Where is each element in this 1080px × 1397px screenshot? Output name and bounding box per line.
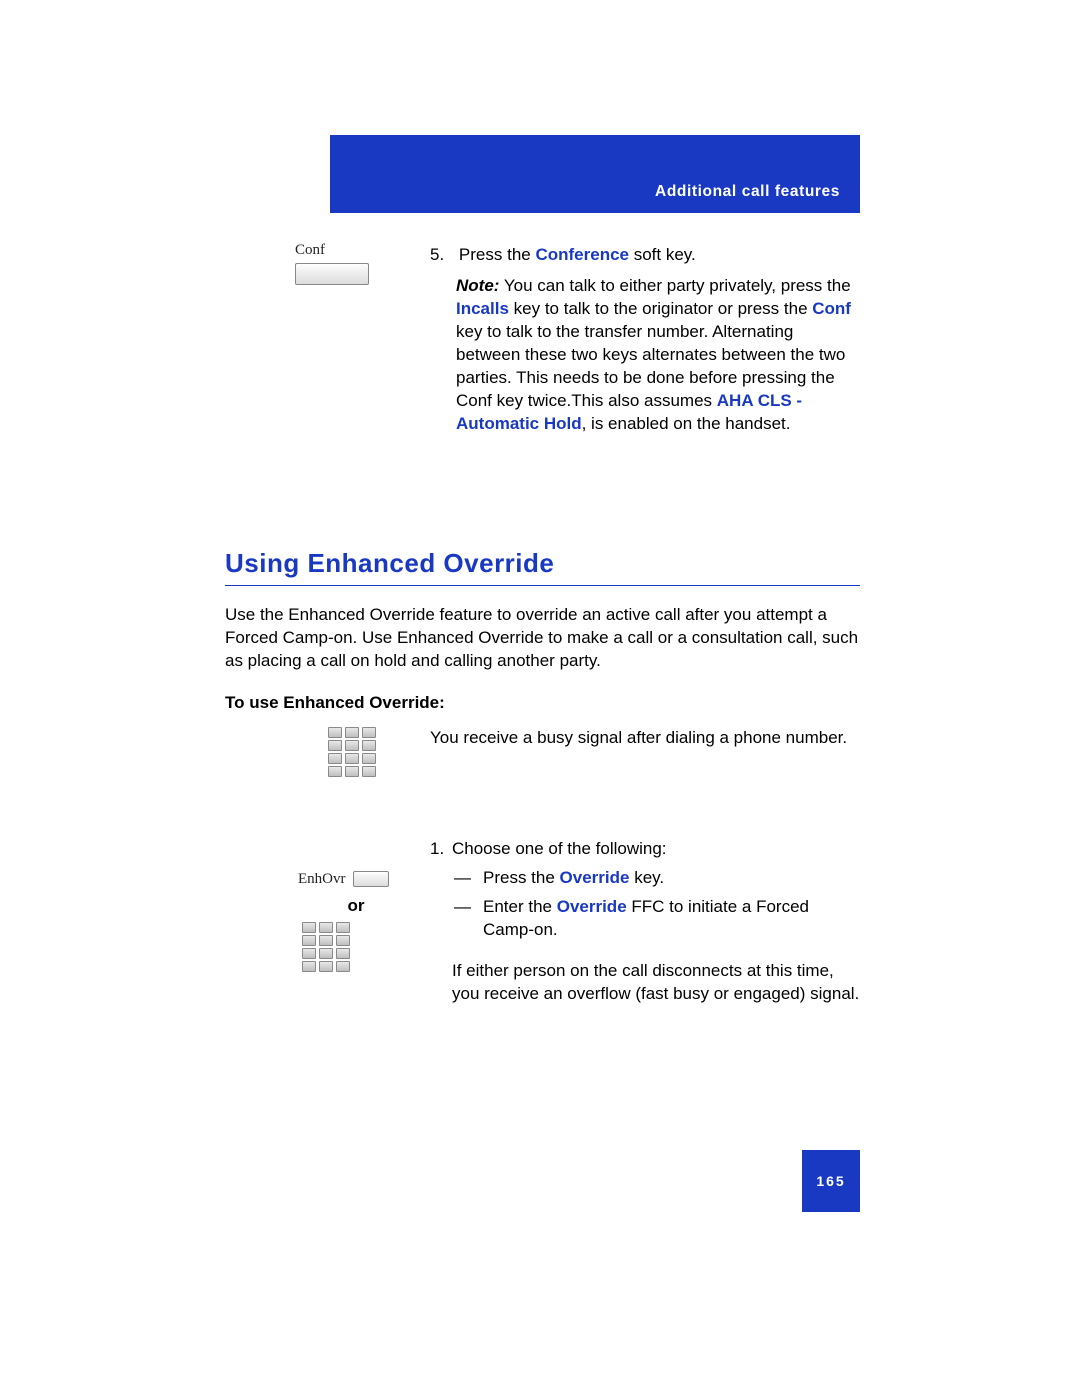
softkey-conf-button (295, 263, 369, 285)
incalls-keyword: Incalls (456, 299, 509, 318)
sub-heading: To use Enhanced Override: (225, 693, 445, 713)
override-keyword-1: Override (560, 868, 630, 887)
override-tail: If either person on the call disconnects… (452, 960, 860, 1006)
header-title: Additional call features (655, 183, 840, 201)
section-intro: Use the Enhanced Override feature to ove… (225, 604, 860, 673)
override-step-text: Choose one of the following: (452, 838, 667, 861)
step5-post: soft key. (629, 245, 696, 264)
note-prefix: Note: (456, 276, 499, 295)
dash-icon: — (454, 867, 471, 890)
softkey-conf-label: Conf (295, 242, 410, 259)
step5-note: Note: You can talk to either party priva… (456, 275, 860, 436)
conf-keyword: Conf (812, 299, 851, 318)
softkey-enhovr-button (353, 871, 389, 887)
override-step-num: 1. (430, 838, 452, 861)
override-text: 1. Choose one of the following: — Press … (430, 838, 860, 1006)
opt1-post: key. (629, 868, 664, 887)
page-number-text: 165 (816, 1173, 845, 1189)
step5-line: 5. Press the Conference soft key. (430, 244, 860, 267)
override-left-block: EnhOvr or (298, 868, 414, 974)
opt2-pre: Enter the (483, 897, 557, 916)
or-label: or (298, 896, 414, 916)
override-opt1: — Press the Override key. (430, 867, 860, 890)
note-p4: , is enabled on the handset. (582, 414, 791, 433)
conference-keyword: Conference (535, 245, 629, 264)
header-banner: Additional call features (330, 135, 860, 213)
softkey-enhovr-label: EnhOvr (298, 871, 346, 887)
note-p2: key to talk to the originator or press t… (509, 299, 812, 318)
dash-icon: — (454, 896, 471, 919)
override-keyword-2: Override (557, 897, 627, 916)
note-p1: You can talk to either party privately, … (499, 276, 850, 295)
section-heading: Using Enhanced Override (225, 548, 860, 586)
page-number: 165 (802, 1150, 860, 1212)
step5-pre: Press the (459, 245, 536, 264)
busy-text: You receive a busy signal after dialing … (430, 727, 860, 750)
step5-num: 5. (430, 245, 444, 264)
softkey-conf-block: Conf (295, 242, 410, 285)
keypad-icon (328, 727, 378, 779)
keypad-icon (302, 922, 352, 972)
step5-text: 5. Press the Conference soft key. Note: … (430, 244, 860, 436)
opt1-pre: Press the (483, 868, 560, 887)
override-opt2: — Enter the Override FFC to initiate a F… (430, 896, 860, 942)
